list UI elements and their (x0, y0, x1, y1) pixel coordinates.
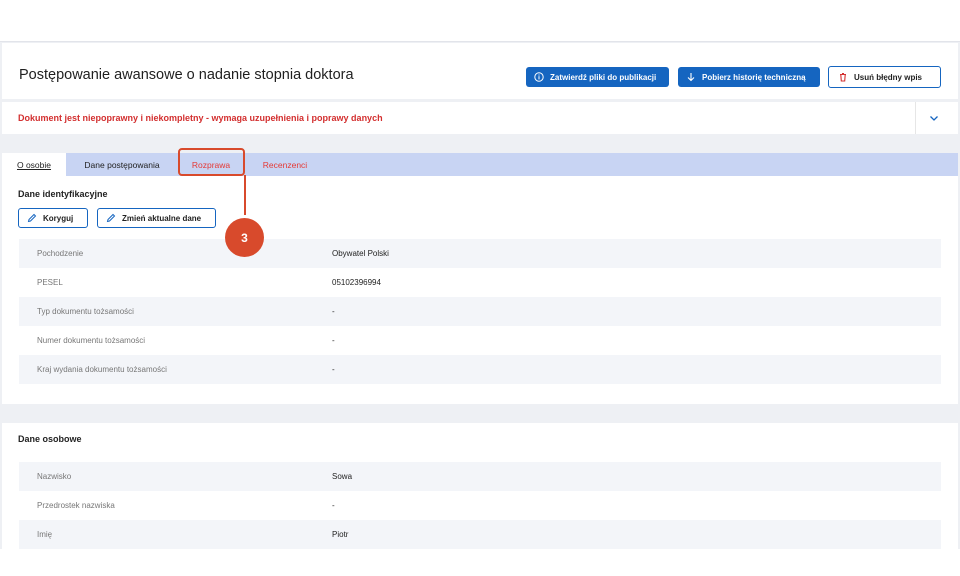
page-background: Postępowanie awansowe o nadanie stopnia … (0, 41, 960, 549)
row-value: Piotr (332, 530, 349, 539)
row-label: PESEL (37, 278, 63, 287)
section-title: Dane identyfikacyjne (18, 189, 108, 199)
row-value: - (332, 336, 335, 345)
approve-files-button[interactable]: Zatwierdź pliki do publikacji (526, 67, 669, 87)
table-row: Typ dokumentu tożsamości - (19, 297, 941, 326)
personal-data-table: Nazwisko Sowa Przedrostek nazwiska - Imi… (19, 462, 941, 549)
row-label: Pochodzenie (37, 249, 84, 258)
table-row: Imię Piotr (19, 520, 941, 549)
row-label: Typ dokumentu tożsamości (37, 307, 134, 316)
callout-connector (244, 175, 246, 215)
page-title: Postępowanie awansowe o nadanie stopnia … (19, 67, 354, 83)
table-row: Numer dokumentu tożsamości - (19, 326, 941, 355)
pencil-icon (106, 213, 116, 223)
page-header: Postępowanie awansowe o nadanie stopnia … (2, 43, 958, 99)
row-label: Nazwisko (37, 472, 72, 481)
row-label: Przedrostek nazwiska (37, 501, 115, 510)
step-callout-badge: 3 (225, 218, 264, 257)
chevron-down-icon[interactable] (928, 112, 940, 124)
row-value: - (332, 307, 335, 316)
row-label: Numer dokumentu tożsamości (37, 336, 146, 345)
arrow-down-icon (686, 72, 696, 82)
table-row: Kraj wydania dokumentu tożsamości - (19, 355, 941, 384)
table-row: Nazwisko Sowa (19, 462, 941, 491)
download-history-button[interactable]: Pobierz historię techniczną (678, 67, 820, 87)
tab-o-osobie[interactable]: O osobie (2, 153, 66, 176)
row-value: - (332, 365, 335, 374)
personal-data-section: Dane osobowe Nazwisko Sowa Przedrostek n… (2, 423, 958, 549)
correct-label: Koryguj (43, 213, 74, 223)
table-row: Pochodzenie Obywatel Polski (19, 239, 941, 268)
row-value: 05102396994 (332, 278, 381, 287)
trash-icon (838, 72, 848, 82)
tab-dane-postepowania[interactable]: Dane postępowania (66, 153, 178, 176)
table-row: Przedrostek nazwiska - (19, 491, 941, 520)
approve-files-label: Zatwierdź pliki do publikacji (550, 72, 657, 82)
validation-alert: Dokument jest niepoprawny i niekompletny… (2, 102, 958, 134)
row-label: Kraj wydania dokumentu tożsamości (37, 365, 167, 374)
download-history-label: Pobierz historię techniczną (702, 72, 806, 82)
section-title: Dane osobowe (18, 434, 82, 444)
delete-entry-button[interactable]: Usuń błędny wpis (828, 66, 941, 88)
alert-divider (915, 102, 916, 134)
correct-button[interactable]: Koryguj (18, 208, 88, 228)
row-value: - (332, 501, 335, 510)
row-label: Imię (37, 530, 53, 539)
row-value: Obywatel Polski (332, 249, 389, 258)
row-value: Sowa (332, 472, 353, 481)
change-data-button[interactable]: Zmień aktualne dane (97, 208, 216, 228)
change-data-label: Zmień aktualne dane (122, 213, 202, 223)
table-row: PESEL 05102396994 (19, 268, 941, 297)
identification-table: Pochodzenie Obywatel Polski PESEL 051023… (19, 239, 941, 384)
delete-entry-label: Usuń błędny wpis (854, 72, 923, 82)
info-icon (534, 72, 544, 82)
tab-recenzenci[interactable]: Recenzenci (244, 153, 326, 176)
tab-bar: O osobie Dane postępowania Rozprawa Rece… (2, 153, 958, 176)
tab-highlight-box (178, 148, 245, 176)
alert-message: Dokument jest niepoprawny i niekompletny… (18, 113, 383, 123)
pencil-icon (27, 213, 37, 223)
